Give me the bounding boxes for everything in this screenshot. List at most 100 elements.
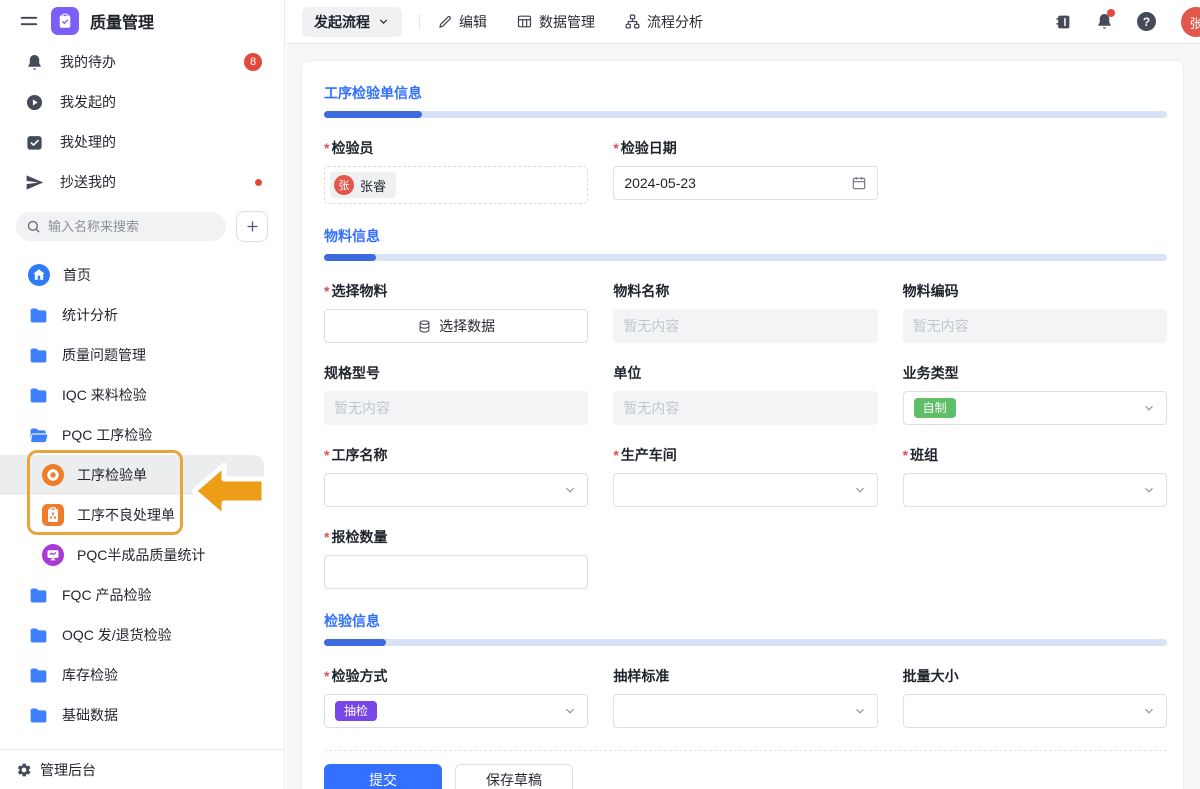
menu-label: 工序检验单 xyxy=(77,465,147,485)
menu-oqc[interactable]: OQC 发/退货检验 xyxy=(0,615,284,655)
notification-dot xyxy=(1107,9,1115,17)
field-spec-model: 规格型号 暂无内容 xyxy=(324,363,588,425)
field-material-code: 物料编码 暂无内容 xyxy=(903,281,1167,343)
required-mark: * xyxy=(324,283,329,299)
inspect-method-select[interactable]: 抽检 xyxy=(324,694,588,728)
nav-label: 我发起的 xyxy=(60,92,116,112)
user-avatar[interactable]: 张 xyxy=(1181,7,1200,37)
select-data-label: 选择数据 xyxy=(439,316,495,336)
team-select[interactable] xyxy=(903,473,1167,507)
report-qty-input[interactable] xyxy=(324,555,588,589)
nav-handled-by-me[interactable]: 我处理的 xyxy=(0,122,284,162)
nav-my-todo[interactable]: 我的待办 8 xyxy=(0,42,284,82)
data-management-button[interactable]: 数据管理 xyxy=(516,12,595,32)
field-unit: 单位 暂无内容 xyxy=(613,363,877,425)
field-inspect-date: *检验日期 2024-05-23 xyxy=(613,138,877,204)
folder-icon xyxy=(28,705,49,726)
check-box-icon xyxy=(25,133,44,152)
search-box[interactable] xyxy=(16,212,226,241)
submenu-process-inspection-sheet[interactable]: 工序检验单 xyxy=(0,455,264,495)
nav-label: 抄送我的 xyxy=(60,172,116,192)
search-input[interactable] xyxy=(48,219,216,234)
bell-icon xyxy=(25,53,44,72)
start-flow-button[interactable]: 发起流程 xyxy=(302,7,402,37)
org-chart-icon xyxy=(624,13,641,30)
collapse-menu-icon[interactable] xyxy=(18,10,40,32)
inspector-picker[interactable]: 张 张睿 xyxy=(324,166,588,204)
workshop-select[interactable] xyxy=(613,473,877,507)
edit-label: 编辑 xyxy=(459,12,487,32)
placeholder-text: 暂无内容 xyxy=(334,398,390,418)
menu-statistics[interactable]: 统计分析 xyxy=(0,295,284,335)
database-icon xyxy=(417,319,432,334)
chevron-down-icon xyxy=(1142,401,1156,415)
menu-iqc[interactable]: IQC 来料检验 xyxy=(0,375,284,415)
field-material-name: 物料名称 暂无内容 xyxy=(613,281,877,343)
chevron-down-icon xyxy=(853,704,867,718)
table-icon xyxy=(516,13,533,30)
process-name-select[interactable] xyxy=(324,473,588,507)
chevron-down-icon xyxy=(563,483,577,497)
menu-label: 质量问题管理 xyxy=(62,345,146,365)
quick-nav: 我的待办 8 我发起的 我处理的 抄送我的 xyxy=(0,42,284,202)
toolbar-divider xyxy=(419,14,420,30)
person-avatar: 张 xyxy=(334,175,354,195)
sampling-standard-select[interactable] xyxy=(613,694,877,728)
nav-label: 我处理的 xyxy=(60,132,116,152)
menu-fqc[interactable]: FQC 产品检验 xyxy=(0,575,284,615)
select-data-button[interactable]: 选择数据 xyxy=(324,309,588,343)
open-folder-icon xyxy=(28,425,49,446)
material-name-input: 暂无内容 xyxy=(613,309,877,343)
menu-pqc[interactable]: PQC 工序检验 xyxy=(0,415,284,455)
menu-base-data[interactable]: 基础数据 xyxy=(0,695,284,735)
field-label: 生产车间 xyxy=(621,445,677,465)
field-label: 班组 xyxy=(910,445,938,465)
menu-label: 首页 xyxy=(63,265,91,285)
pencil-icon xyxy=(437,14,453,30)
toolbar-right-icons: ? xyxy=(1054,12,1156,31)
menu-label: IQC 来料检验 xyxy=(62,385,147,405)
batch-size-select[interactable] xyxy=(903,694,1167,728)
menu-home[interactable]: 首页 xyxy=(0,255,284,295)
submenu-process-defect-sheet[interactable]: 工序不良处理单 xyxy=(0,495,284,535)
sidebar-menu: 首页 统计分析 质量问题管理 IQC 来料检验 PQC 工序检验 工序检验单 工… xyxy=(0,255,284,735)
admin-backend-link[interactable]: 管理后台 xyxy=(0,749,284,789)
nav-initiated-by-me[interactable]: 我发起的 xyxy=(0,82,284,122)
chevron-down-icon xyxy=(853,483,867,497)
field-process-name: *工序名称 xyxy=(324,445,588,507)
edit-button[interactable]: 编辑 xyxy=(437,12,487,32)
menu-inventory-inspection[interactable]: 库存检验 xyxy=(0,655,284,695)
help-icon[interactable]: ? xyxy=(1137,12,1156,31)
save-draft-button[interactable]: 保存草稿 xyxy=(455,764,573,789)
notebook-panel-icon[interactable] xyxy=(1054,13,1072,31)
folder-icon xyxy=(28,345,49,366)
nav-cc-to-me[interactable]: 抄送我的 xyxy=(0,162,284,202)
submit-button[interactable]: 提交 xyxy=(324,764,442,789)
send-icon xyxy=(25,173,44,192)
notification-bell-icon[interactable] xyxy=(1095,12,1114,31)
section-progress-bar xyxy=(324,639,1167,646)
menu-quality-issues[interactable]: 质量问题管理 xyxy=(0,335,284,375)
flow-analysis-button[interactable]: 流程分析 xyxy=(624,12,703,32)
chevron-down-icon xyxy=(563,704,577,718)
calendar-icon xyxy=(851,175,867,191)
field-label: 检验方式 xyxy=(331,666,387,686)
placeholder-text: 暂无内容 xyxy=(623,398,679,418)
field-team: *班组 xyxy=(903,445,1167,507)
start-flow-label: 发起流程 xyxy=(314,12,370,32)
submenu-pqc-quality-stats[interactable]: PQC半成品质量统计 xyxy=(0,535,284,575)
field-label: 物料编码 xyxy=(903,281,959,301)
date-value: 2024-05-23 xyxy=(624,175,696,191)
folder-icon xyxy=(28,385,49,406)
business-type-select[interactable]: 自制 xyxy=(903,391,1167,425)
folder-icon xyxy=(28,665,49,686)
add-button[interactable] xyxy=(236,211,268,242)
play-circle-icon xyxy=(25,93,44,112)
menu-label: PQC 工序检验 xyxy=(62,425,152,445)
section-title-inspection-sheet: 工序检验单信息 xyxy=(324,83,1167,103)
required-mark: * xyxy=(324,529,329,545)
sidebar-header: 质量管理 xyxy=(0,0,284,42)
date-input[interactable]: 2024-05-23 xyxy=(613,166,877,200)
top-toolbar: 发起流程 编辑 数据管理 流程分析 ? 张 xyxy=(286,0,1200,44)
content-area: 工序检验单信息 *检验员 张 张睿 *检验日期 2024-05-23 xyxy=(286,44,1200,789)
